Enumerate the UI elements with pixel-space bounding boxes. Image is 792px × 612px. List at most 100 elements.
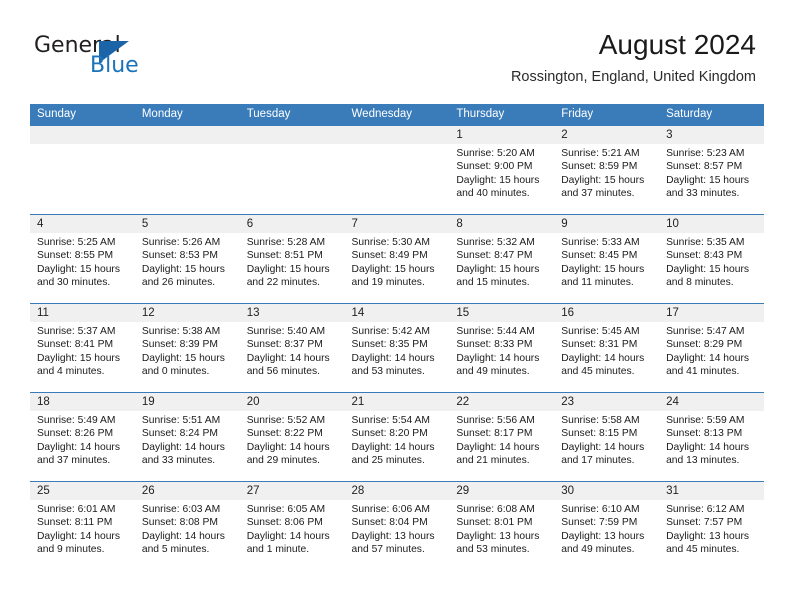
daylight-text-line1: Daylight: 15 hours <box>666 263 750 275</box>
daylight-text-line1: Daylight: 14 hours <box>351 352 435 364</box>
daylight-text-line1: Daylight: 15 hours <box>246 263 330 275</box>
day-cell[interactable]: 4 Sunrise: 5:25 AM Sunset: 8:55 PM Dayli… <box>30 214 135 304</box>
day-cell[interactable] <box>30 126 135 215</box>
day-cell[interactable]: 11 Sunrise: 5:37 AM Sunset: 8:41 PM Dayl… <box>30 303 135 393</box>
day-cell[interactable]: 18 Sunrise: 5:49 AM Sunset: 8:26 PM Dayl… <box>30 392 135 482</box>
daylight-text-line1: Daylight: 14 hours <box>37 530 120 542</box>
day-cell[interactable]: 13 Sunrise: 5:40 AM Sunset: 8:37 PM Dayl… <box>239 303 345 393</box>
day-cell[interactable]: 12 Sunrise: 5:38 AM Sunset: 8:39 PM Dayl… <box>134 303 240 393</box>
sunrise-text: Sunrise: 5:35 AM <box>666 237 745 248</box>
day-number: 24 <box>659 393 764 411</box>
day-number: 5 <box>134 215 240 233</box>
day-cell[interactable]: 27 Sunrise: 6:05 AM Sunset: 8:06 PM Dayl… <box>239 481 345 570</box>
day-number: 12 <box>134 304 240 322</box>
sunrise-text: Sunrise: 5:56 AM <box>456 415 535 426</box>
sunset-text: Sunset: 8:29 PM <box>666 339 743 351</box>
daylight-text-line2: and 17 minutes. <box>561 455 635 467</box>
day-info: Sunrise: 5:58 AM Sunset: 8:15 PM Dayligh… <box>554 411 659 468</box>
day-number: 31 <box>659 482 764 500</box>
daylight-text-line2: and 26 minutes. <box>141 277 216 289</box>
day-info: Sunrise: 6:01 AM Sunset: 8:11 PM Dayligh… <box>30 500 135 557</box>
day-cell[interactable]: 25 Sunrise: 6:01 AM Sunset: 8:11 PM Dayl… <box>30 481 135 570</box>
day-cell[interactable]: 10 Sunrise: 5:35 AM Sunset: 8:43 PM Dayl… <box>659 214 764 304</box>
day-cell[interactable]: 19 Sunrise: 5:51 AM Sunset: 8:24 PM Dayl… <box>134 392 240 482</box>
day-cell[interactable]: 5 Sunrise: 5:26 AM Sunset: 8:53 PM Dayli… <box>134 214 240 304</box>
day-cell[interactable]: 9 Sunrise: 5:33 AM Sunset: 8:45 PM Dayli… <box>554 214 660 304</box>
sunrise-text: Sunrise: 5:52 AM <box>246 415 326 426</box>
day-cell[interactable]: 21 Sunrise: 5:54 AM Sunset: 8:20 PM Dayl… <box>344 392 450 482</box>
sunrise-text: Sunrise: 5:38 AM <box>141 326 221 337</box>
daylight-text-line1: Daylight: 14 hours <box>561 352 645 364</box>
day-cell[interactable]: 31 Sunrise: 6:12 AM Sunset: 7:57 PM Dayl… <box>659 481 764 570</box>
sunset-text: Sunset: 8:33 PM <box>456 339 533 351</box>
weekday-header-saturday: Saturday <box>659 104 764 126</box>
daylight-text-line1: Daylight: 13 hours <box>351 530 435 542</box>
weekday-header-monday: Monday <box>134 104 240 126</box>
daylight-text-line1: Daylight: 14 hours <box>666 441 750 453</box>
sunset-text: Sunset: 8:51 PM <box>246 250 323 262</box>
day-number: 29 <box>449 482 555 500</box>
weekday-header-sunday: Sunday <box>30 104 135 126</box>
daylight-text-line2: and 49 minutes. <box>456 366 530 378</box>
day-info: Sunrise: 5:32 AM Sunset: 8:47 PM Dayligh… <box>449 233 554 290</box>
daylight-text-line2: and 33 minutes. <box>141 455 216 467</box>
calendar-body: 1 Sunrise: 5:20 AM Sunset: 9:00 PM Dayli… <box>30 126 764 570</box>
day-cell[interactable] <box>344 126 450 215</box>
day-cell[interactable]: 28 Sunrise: 6:06 AM Sunset: 8:04 PM Dayl… <box>344 481 450 570</box>
daylight-text-line2: and 41 minutes. <box>666 366 740 378</box>
daylight-text-line2: and 29 minutes. <box>246 455 320 467</box>
day-info: Sunrise: 6:10 AM Sunset: 7:59 PM Dayligh… <box>554 500 659 557</box>
brand-logo[interactable]: General Blue <box>34 33 214 81</box>
daylight-text-line1: Daylight: 15 hours <box>141 263 225 275</box>
weekday-header-wednesday: Wednesday <box>344 104 450 126</box>
day-cell[interactable]: 8 Sunrise: 5:32 AM Sunset: 8:47 PM Dayli… <box>449 214 555 304</box>
day-cell[interactable]: 15 Sunrise: 5:44 AM Sunset: 8:33 PM Dayl… <box>449 303 555 393</box>
page-header: General Blue August 2024 Rossington, Eng… <box>0 0 792 100</box>
daylight-text-line1: Daylight: 14 hours <box>246 352 330 364</box>
brand-name-blue: Blue <box>90 53 139 78</box>
daylight-text-line1: Daylight: 13 hours <box>666 530 750 542</box>
day-cell[interactable]: 17 Sunrise: 5:47 AM Sunset: 8:29 PM Dayl… <box>659 303 764 393</box>
day-cell[interactable]: 1 Sunrise: 5:20 AM Sunset: 9:00 PM Dayli… <box>449 126 555 215</box>
day-number: 20 <box>239 393 345 411</box>
day-number: 18 <box>30 393 135 411</box>
day-cell[interactable]: 14 Sunrise: 5:42 AM Sunset: 8:35 PM Dayl… <box>344 303 450 393</box>
day-info: Sunrise: 5:42 AM Sunset: 8:35 PM Dayligh… <box>345 322 450 379</box>
day-cell[interactable]: 26 Sunrise: 6:03 AM Sunset: 8:08 PM Dayl… <box>134 481 240 570</box>
daylight-text-line2: and 33 minutes. <box>666 188 740 200</box>
sunrise-text: Sunrise: 6:10 AM <box>561 504 640 515</box>
sunrise-text: Sunrise: 5:25 AM <box>37 237 116 248</box>
sunset-text: Sunset: 8:13 PM <box>666 428 743 440</box>
day-cell[interactable]: 23 Sunrise: 5:58 AM Sunset: 8:15 PM Dayl… <box>554 392 660 482</box>
sunrise-text: Sunrise: 6:03 AM <box>141 504 221 515</box>
sunrise-text: Sunrise: 5:37 AM <box>37 326 116 337</box>
day-number: 2 <box>554 126 660 144</box>
day-number <box>344 126 450 144</box>
day-cell[interactable]: 29 Sunrise: 6:08 AM Sunset: 8:01 PM Dayl… <box>449 481 555 570</box>
day-cell[interactable] <box>239 126 345 215</box>
day-cell[interactable]: 3 Sunrise: 5:23 AM Sunset: 8:57 PM Dayli… <box>659 126 764 215</box>
day-cell[interactable]: 30 Sunrise: 6:10 AM Sunset: 7:59 PM Dayl… <box>554 481 660 570</box>
day-number: 1 <box>449 126 555 144</box>
daylight-text-line2: and 8 minutes. <box>666 277 734 289</box>
sunset-text: Sunset: 8:01 PM <box>456 517 533 529</box>
daylight-text-line1: Daylight: 14 hours <box>561 441 645 453</box>
day-cell[interactable]: 2 Sunrise: 5:21 AM Sunset: 8:59 PM Dayli… <box>554 126 660 215</box>
day-cell[interactable]: 6 Sunrise: 5:28 AM Sunset: 8:51 PM Dayli… <box>239 214 345 304</box>
daylight-text-line1: Daylight: 15 hours <box>456 174 540 186</box>
day-info: Sunrise: 6:05 AM Sunset: 8:06 PM Dayligh… <box>240 500 345 557</box>
day-cell[interactable] <box>134 126 240 215</box>
daylight-text-line1: Daylight: 15 hours <box>351 263 435 275</box>
day-info: Sunrise: 5:33 AM Sunset: 8:45 PM Dayligh… <box>554 233 659 290</box>
daylight-text-line2: and 11 minutes. <box>561 277 634 289</box>
day-cell[interactable]: 20 Sunrise: 5:52 AM Sunset: 8:22 PM Dayl… <box>239 392 345 482</box>
sunset-text: Sunset: 8:57 PM <box>666 161 743 173</box>
day-cell[interactable]: 22 Sunrise: 5:56 AM Sunset: 8:17 PM Dayl… <box>449 392 555 482</box>
daylight-text-line2: and 53 minutes. <box>351 366 425 378</box>
sunset-text: Sunset: 8:26 PM <box>37 428 114 440</box>
day-cell[interactable]: 16 Sunrise: 5:45 AM Sunset: 8:31 PM Dayl… <box>554 303 660 393</box>
day-cell[interactable]: 7 Sunrise: 5:30 AM Sunset: 8:49 PM Dayli… <box>344 214 450 304</box>
sunset-text: Sunset: 7:59 PM <box>561 517 638 529</box>
day-info: Sunrise: 5:47 AM Sunset: 8:29 PM Dayligh… <box>659 322 764 379</box>
day-cell[interactable]: 24 Sunrise: 5:59 AM Sunset: 8:13 PM Dayl… <box>659 392 764 482</box>
